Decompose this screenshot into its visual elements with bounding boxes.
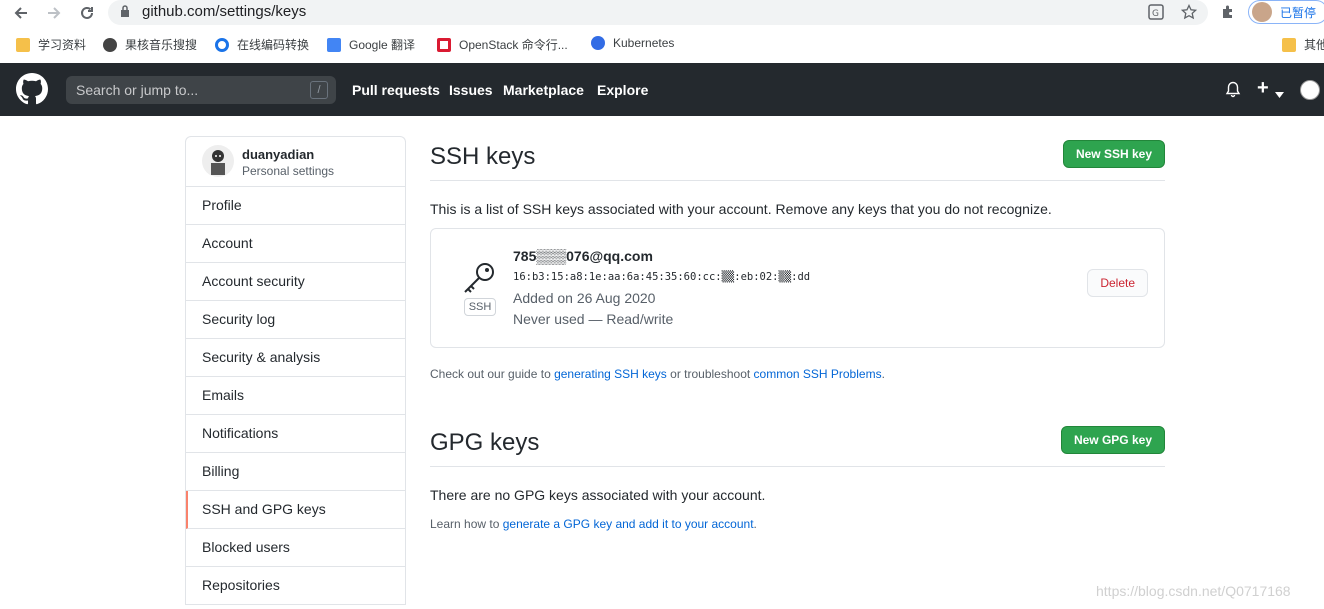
profile-button[interactable]: 已暂停 — [1248, 0, 1324, 24]
folder-icon — [16, 37, 30, 52]
github-header: Search or jump to... / Pull requests Iss… — [0, 63, 1324, 116]
key-icon — [461, 261, 497, 300]
bell-icon[interactable] — [1225, 81, 1241, 103]
new-gpg-key-button[interactable]: New GPG key — [1060, 426, 1165, 454]
bookmark-item[interactable]: Kubernetes — [591, 36, 674, 50]
sidebar-item-blocked-users[interactable]: Blocked users — [186, 529, 405, 567]
plus-icon[interactable]: + — [1257, 77, 1269, 100]
user-avatar[interactable] — [1300, 80, 1320, 100]
reload-icon[interactable] — [76, 2, 98, 24]
site-icon — [215, 37, 229, 52]
url-text: github.com/settings/keys — [142, 3, 307, 20]
sidebar-item-account[interactable]: Account — [186, 225, 405, 263]
page-title: SSH keys — [430, 143, 536, 170]
bookmark-item[interactable]: 学习资料 — [16, 36, 86, 53]
main-content: SSH keys New SSH key This is a list of S… — [430, 136, 1165, 531]
sidebar-item-ssh-gpg-keys[interactable]: SSH and GPG keys — [186, 491, 405, 529]
nav-marketplace[interactable]: Marketplace — [503, 82, 584, 98]
gpg-empty-message: There are no GPG keys associated with yo… — [430, 487, 766, 503]
translate-icon[interactable]: G — [1148, 4, 1164, 25]
sidebar-item-repositories[interactable]: Repositories — [186, 567, 405, 605]
extensions-icon[interactable] — [1220, 4, 1236, 25]
nav-explore[interactable]: Explore — [597, 82, 648, 98]
avatar[interactable] — [202, 145, 234, 177]
sidebar-item-security-log[interactable]: Security log — [186, 301, 405, 339]
openstack-icon — [437, 37, 451, 52]
sidebar-user-card: duanyadian Personal settings — [186, 137, 405, 187]
nav-pull-requests[interactable]: Pull requests — [352, 82, 440, 98]
other-bookmarks[interactable]: 其他 — [1282, 36, 1324, 53]
bookmark-item[interactable]: 在线编码转换 — [215, 36, 309, 53]
generating-ssh-keys-link[interactable]: generating SSH keys — [554, 367, 667, 381]
kubernetes-icon — [591, 36, 605, 50]
generate-gpg-key-link[interactable]: generate a GPG key and add it to your ac… — [503, 517, 754, 531]
sidebar-username[interactable]: duanyadian — [242, 147, 314, 162]
lock-icon — [120, 5, 130, 23]
gpg-section-header: GPG keys New GPG key — [430, 422, 1165, 467]
sidebar-item-security-analysis[interactable]: Security & analysis — [186, 339, 405, 377]
sidebar-subtitle: Personal settings — [242, 164, 335, 178]
watermark: https://blog.csdn.net/Q0717168 — [1096, 583, 1291, 599]
forward-icon[interactable] — [43, 2, 65, 24]
bookmark-item[interactable]: OpenStack 命令行... — [437, 36, 568, 53]
key-title: 785▒▒▒076@qq.com — [513, 248, 653, 264]
key-added-date: Added on 26 Aug 2020 — [513, 290, 656, 306]
back-icon[interactable] — [10, 2, 32, 24]
gpg-learn-note: Learn how to generate a GPG key and add … — [430, 517, 757, 531]
sidebar-item-profile[interactable]: Profile — [186, 187, 405, 225]
browser-toolbar: github.com/settings/keys G 已暂停 — [0, 0, 1324, 26]
common-ssh-problems-link[interactable]: common SSH Problems — [754, 367, 882, 381]
settings-sidebar: duanyadian Personal settings Profile Acc… — [185, 136, 406, 605]
slash-shortcut: / — [310, 81, 328, 99]
ssh-badge: SSH — [464, 298, 496, 316]
nav-issues[interactable]: Issues — [449, 82, 493, 98]
sidebar-item-billing[interactable]: Billing — [186, 453, 405, 491]
sidebar-item-emails[interactable]: Emails — [186, 377, 405, 415]
ssh-key-item: SSH 785▒▒▒076@qq.com 16:b3:15:a8:1e:aa:6… — [430, 228, 1165, 348]
ssh-description: This is a list of SSH keys associated wi… — [430, 201, 1052, 217]
key-fingerprint: 16:b3:15:a8:1e:aa:6a:45:35:60:cc:▒▒:eb:0… — [513, 271, 811, 283]
gpg-title: GPG keys — [430, 429, 540, 456]
sidebar-item-account-security[interactable]: Account security — [186, 263, 405, 301]
github-logo-icon[interactable] — [16, 73, 48, 105]
sidebar-item-notifications[interactable]: Notifications — [186, 415, 405, 453]
chevron-down-icon[interactable] — [1275, 85, 1284, 103]
ssh-section-header: SSH keys New SSH key — [430, 136, 1165, 181]
bookmark-item[interactable]: 果核音乐搜搜 — [103, 36, 197, 53]
bookmarks-bar: 学习资料 果核音乐搜搜 在线编码转换 Google 翻译 OpenStack 命… — [0, 32, 1324, 58]
star-icon[interactable] — [1180, 3, 1198, 25]
address-bar[interactable]: github.com/settings/keys G — [108, 0, 1208, 25]
globe-icon — [103, 37, 117, 52]
svg-text:G: G — [1152, 9, 1159, 19]
profile-status: 已暂停 — [1280, 5, 1317, 20]
delete-key-button[interactable]: Delete — [1087, 269, 1148, 297]
ssh-guide-note: Check out our guide to generating SSH ke… — [430, 367, 885, 381]
profile-avatar — [1252, 2, 1272, 22]
bookmark-item[interactable]: Google 翻译 — [327, 36, 415, 53]
folder-icon — [1282, 37, 1296, 52]
search-input[interactable]: Search or jump to... / — [66, 76, 336, 104]
new-ssh-key-button[interactable]: New SSH key — [1062, 140, 1165, 168]
google-translate-icon — [327, 37, 341, 52]
key-usage: Never used — Read/write — [513, 311, 674, 327]
